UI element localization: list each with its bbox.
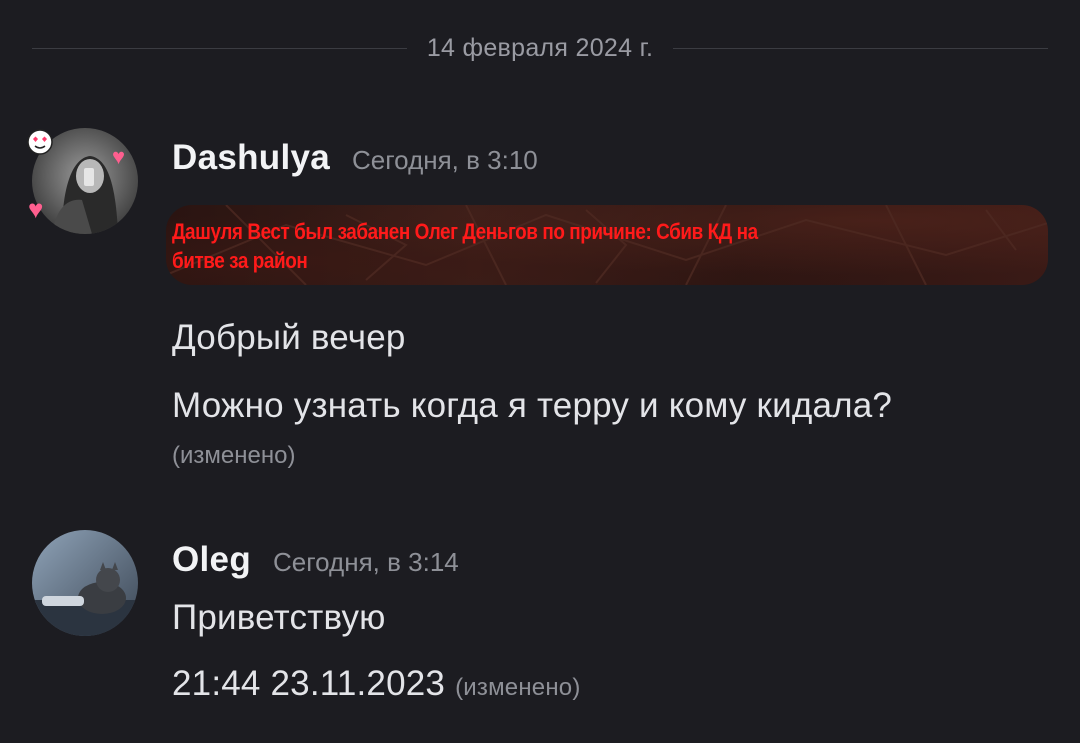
heart-icon: ♥ (112, 144, 126, 169)
message-header: Oleg Сегодня, в 3:14 (172, 540, 459, 580)
divider-line-right (673, 47, 1049, 49)
message-timestamp: Сегодня, в 3:10 (352, 145, 538, 175)
message-text: Можно узнать когда я терру и кому кидала… (172, 386, 893, 425)
message-text: 21:44 23.11.2023 (172, 664, 446, 703)
heart-icon: ♥ (28, 194, 44, 224)
heart-eyes-emoji-icon (26, 128, 54, 156)
divider-line-left (32, 47, 407, 49)
message-text: Приветствую (172, 598, 386, 637)
edited-label: (изменено) (172, 442, 296, 469)
date-divider: 14 февраля 2024 г. (32, 28, 1049, 68)
ban-notice-line-2: битве за район (172, 248, 308, 273)
username[interactable]: Oleg (172, 540, 251, 580)
ban-notice-image[interactable]: Дашуля Вест был забанен Олег Деньгов по … (166, 205, 1048, 285)
ban-notice-text: Дашуля Вест был забанен Олег Деньгов по … (172, 217, 912, 275)
avatar-oleg[interactable] (32, 530, 138, 636)
message-text-row: 21:44 23.11.2023 (изменено) (172, 664, 581, 704)
message-header: Dashulya Сегодня, в 3:10 (172, 138, 538, 178)
ban-notice-line-1: Дашуля Вест был забанен Олег Деньгов по … (172, 219, 758, 244)
message-timestamp: Сегодня, в 3:14 (273, 547, 459, 577)
message-text: Добрый вечер (172, 318, 406, 357)
edited-label: (изменено) (455, 674, 581, 701)
edited-label-wrap: (изменено) (172, 442, 295, 470)
username[interactable]: Dashulya (172, 138, 330, 178)
date-divider-label: 14 февраля 2024 г. (426, 33, 654, 62)
